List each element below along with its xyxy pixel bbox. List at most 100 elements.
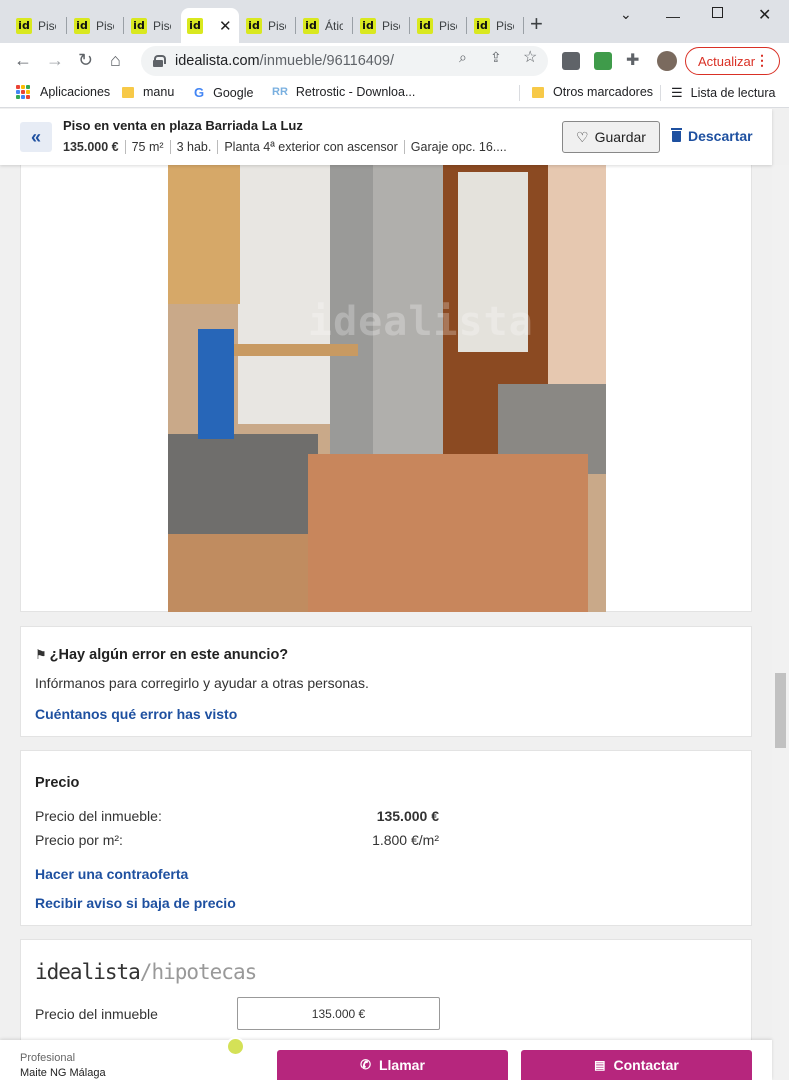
contact-button[interactable]: ▤ Contactar (521, 1050, 752, 1080)
reload-icon[interactable]: ↻ (78, 49, 93, 71)
browser-tab[interactable]: id Piso (125, 8, 181, 43)
listing-garage: Garaje opc. 16.... (403, 140, 513, 154)
close-tab-icon[interactable]: ✕ (219, 17, 232, 35)
contact-bar: Profesional Maite NG Málaga ✆ Llamar ▤ C… (0, 1037, 772, 1080)
folder-icon (122, 86, 134, 98)
bookmark-label: Aplicaciones (40, 85, 111, 99)
back-button[interactable]: « (20, 122, 52, 152)
tab-divider (123, 17, 124, 34)
tab-title: Piso (153, 18, 171, 33)
discard-button[interactable]: Descartar (671, 127, 753, 144)
browser-tab[interactable]: id Piso (68, 8, 124, 43)
idealista-hipotecas-logo: idealista/hipotecas (35, 960, 257, 984)
browser-tab[interactable]: id Piso (468, 8, 524, 43)
bookmark-label: Retrostic - Downloa... (295, 85, 416, 99)
error-report-text: Infórmanos para corregirlo y ayudar a ot… (35, 675, 369, 691)
maximize-icon[interactable] (712, 7, 723, 18)
browser-tab[interactable]: id Piso (240, 8, 296, 43)
extensions-puzzle-icon[interactable]: ✚ (626, 50, 639, 70)
chat-icon: ▤ (594, 1058, 606, 1072)
extension-icon[interactable] (594, 52, 612, 70)
idealista-favicon-icon: id (417, 17, 433, 34)
share-icon[interactable]: ⇪ (490, 49, 502, 66)
page-scrollbar[interactable] (772, 165, 789, 1080)
bookmark-label: Lista de lectura (690, 86, 776, 100)
tab-search-chevron-icon[interactable]: ⌄ (620, 6, 632, 23)
lock-icon (153, 55, 166, 67)
save-label: Guardar (594, 129, 646, 145)
mortgage-price-label: Precio del inmueble (35, 1006, 158, 1022)
price-card: Precio Precio del inmueble: 135.000 € Pr… (20, 750, 752, 926)
counteroffer-link[interactable]: Hacer una contraoferta (35, 866, 188, 882)
bookmark-other[interactable]: Otros marcadores (532, 85, 653, 99)
price-per-m2-label: Precio por m²: (35, 832, 123, 848)
reading-list[interactable]: ☰ Lista de lectura (671, 85, 775, 101)
mortgage-price-input[interactable]: 135.000 € (237, 997, 440, 1030)
contact-label: Contactar (613, 1057, 679, 1073)
listing-photo[interactable]: idealista (168, 164, 606, 612)
browser-tab[interactable]: id Piso (354, 8, 410, 43)
idealista-favicon-icon: id (246, 17, 262, 34)
listing-rooms: 3 hab. (169, 140, 218, 154)
tab-divider (409, 17, 410, 34)
error-report-card: ⚑ ¿Hay algún error en este anuncio? Infó… (20, 626, 752, 737)
browser-tab[interactable]: id Piso (10, 8, 66, 43)
forward-arrow-icon[interactable]: → (46, 49, 64, 71)
tab-title: Piso (268, 18, 286, 33)
bookmark-retrostic[interactable]: RR Retrostic - Downloa... (272, 85, 415, 99)
home-icon[interactable]: ⌂ (110, 49, 121, 71)
watermark: idealista (308, 299, 534, 345)
menu-dots-icon: ⋮ (755, 52, 769, 68)
bookmark-label: manu (143, 85, 175, 99)
update-button[interactable]: Actualizar ⋮ (685, 47, 780, 75)
save-button[interactable]: ♡ Guardar (562, 121, 660, 153)
listing-title[interactable]: Piso en venta en plaza Barriada La Luz (63, 118, 303, 133)
listing-facts: 135.000 € 75 m² 3 hab. Planta 4ª exterio… (63, 140, 513, 154)
idealista-favicon-icon: id (360, 17, 376, 34)
close-window-icon[interactable]: ✕ (758, 5, 771, 25)
price-row: Precio del inmueble: 135.000 € (35, 808, 439, 824)
error-report-title: ¿Hay algún error en este anuncio? (49, 647, 289, 663)
listing-floor: Planta 4ª exterior con ascensor (217, 140, 403, 154)
agency-name: Maite NG Málaga (20, 1067, 106, 1079)
address-bar[interactable]: idealista.com/inmueble/96116409/ (141, 46, 548, 76)
property-price-value: 135.000 € (376, 808, 439, 824)
listing-price: 135.000 € (63, 140, 119, 154)
new-tab-icon[interactable]: + (530, 13, 543, 35)
professional-label: Profesional (20, 1052, 76, 1064)
tab-divider (523, 17, 524, 34)
browser-tab[interactable]: id Ático (297, 8, 353, 43)
tab-divider (466, 17, 467, 34)
bookmarks-bar: Aplicaciones manu G Google RR Retrostic … (0, 79, 789, 108)
zoom-search-icon[interactable]: ⌕ (459, 49, 467, 66)
scrollbar-thumb[interactable] (775, 673, 786, 748)
profile-avatar[interactable] (657, 51, 677, 71)
bookmark-star-icon[interactable]: ☆ (523, 47, 537, 67)
idealista-favicon-icon: id (131, 17, 147, 34)
flag-icon: ⚑ (35, 647, 47, 662)
retrostic-icon: RR (272, 86, 288, 98)
extension-icon[interactable] (562, 52, 580, 70)
idealista-favicon-icon: id (74, 17, 90, 34)
bookmark-label: Otros marcadores (553, 85, 654, 99)
bookmark-apps[interactable]: Aplicaciones (16, 85, 110, 99)
minimize-icon[interactable]: — (666, 8, 680, 24)
bookmark-manu[interactable]: manu (122, 85, 174, 99)
update-label: Actualizar (698, 53, 756, 69)
heart-icon: ♡ (576, 128, 589, 145)
browser-tab-active[interactable]: id ✕ (181, 8, 239, 43)
report-error-link[interactable]: Cuéntanos qué error has visto (35, 706, 237, 722)
browser-tab[interactable]: id Piso (411, 8, 467, 43)
bookmark-label: Google (213, 85, 254, 100)
price-title: Precio (35, 775, 80, 791)
tab-title: Piso (382, 18, 400, 33)
bookmark-google[interactable]: G Google (194, 85, 253, 100)
double-chevron-left-icon: « (30, 126, 41, 147)
price-alert-link[interactable]: Recibir aviso si baja de precio (35, 895, 236, 911)
tab-title: Piso (38, 18, 56, 33)
idealista-favicon-icon: id (474, 17, 490, 34)
back-arrow-icon[interactable]: ← (14, 49, 32, 71)
google-icon: G (194, 85, 205, 100)
call-button[interactable]: ✆ Llamar (277, 1050, 508, 1080)
price-per-m2-value: 1.800 €/m² (372, 832, 439, 848)
